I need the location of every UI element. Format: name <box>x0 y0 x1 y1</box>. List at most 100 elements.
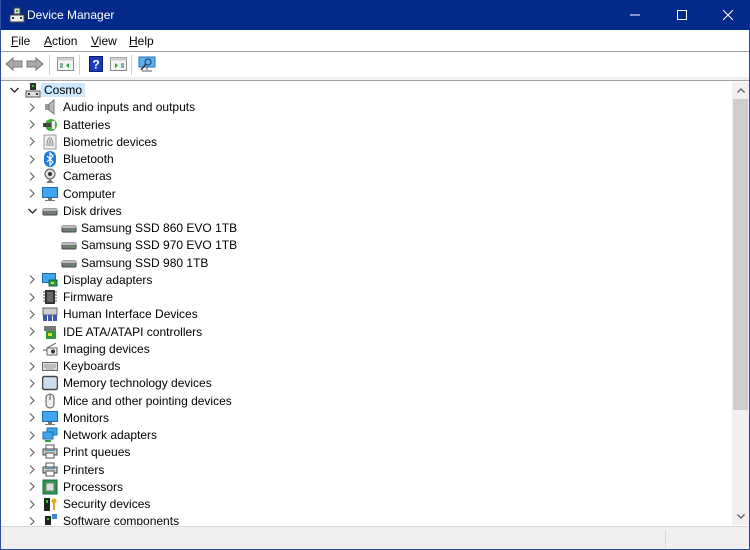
scan-hardware-changes-button[interactable] <box>138 55 156 73</box>
tree-item-label: Security devices <box>63 497 151 511</box>
expand-toggle[interactable] <box>27 309 37 319</box>
expand-toggle[interactable] <box>27 206 37 216</box>
tree-category[interactable]: Keyboards <box>1 358 732 375</box>
tree-item-label: Memory technology devices <box>63 376 212 391</box>
tree-root-node[interactable]: Cosmo <box>1 82 732 99</box>
scroll-down-button[interactable] <box>732 508 749 525</box>
tree-device[interactable]: Samsung SSD 860 EVO 1TB <box>1 220 732 237</box>
tree-item-label: Imaging devices <box>63 341 150 356</box>
tree-item-label: Monitors <box>63 410 110 425</box>
tree-item-label: IDE ATA/ATAPI controllers <box>63 324 203 339</box>
tree-category[interactable]: Processors <box>1 479 732 496</box>
menu-action[interactable]: Action <box>44 34 77 48</box>
back-button[interactable] <box>5 55 23 73</box>
tree-item-label: Network adapters <box>63 428 158 442</box>
help-icon: ? <box>89 56 103 72</box>
memory-card-icon <box>41 376 59 391</box>
tree-category[interactable]: Display adapters <box>1 272 732 289</box>
chevron-right-icon <box>29 292 35 302</box>
chevron-right-icon <box>29 378 35 388</box>
tree-category[interactable]: Bluetooth <box>1 151 732 168</box>
expand-toggle[interactable] <box>27 275 37 285</box>
tree-category[interactable]: Print queues <box>1 444 732 461</box>
expand-toggle[interactable] <box>27 396 37 406</box>
tree-item-label: Samsung SSD 970 EVO 1TB <box>81 238 238 253</box>
chevron-right-icon <box>29 189 35 198</box>
tree-item-label: Samsung SSD 980 1TB <box>81 255 209 270</box>
expand-toggle[interactable] <box>9 85 19 95</box>
tree-device[interactable]: Samsung SSD 980 1TB <box>1 255 732 272</box>
tree-category[interactable]: Biometric devices <box>1 134 732 151</box>
expand-toggle[interactable] <box>27 447 37 457</box>
expand-toggle[interactable] <box>27 137 37 147</box>
menu-file[interactable]: File <box>11 34 30 48</box>
close-button[interactable] <box>705 0 750 30</box>
tree-item-label: Biometric devices <box>63 134 158 149</box>
expand-toggle[interactable] <box>27 102 37 112</box>
device-tree[interactable]: Cosmo Audio inputs and outputs Batteries Bi… <box>1 82 732 525</box>
action-pane-icon <box>109 57 127 71</box>
chevron-right-icon <box>29 361 35 371</box>
monitor-icon <box>42 186 58 201</box>
expand-toggle[interactable] <box>27 361 37 371</box>
minimize-button[interactable] <box>612 0 658 30</box>
maximize-button[interactable] <box>659 0 705 30</box>
expand-toggle[interactable] <box>27 154 37 164</box>
expand-toggle[interactable] <box>27 482 37 492</box>
chevron-right-icon <box>29 327 35 336</box>
show-hide-console-tree-button[interactable] <box>56 55 74 73</box>
expand-toggle[interactable] <box>27 465 37 475</box>
printer-icon <box>42 444 58 459</box>
forward-button[interactable] <box>26 55 44 73</box>
tree-category[interactable]: Software components <box>1 513 732 525</box>
expand-toggle[interactable] <box>27 499 37 509</box>
tree-item-label: Firmware <box>63 290 113 304</box>
chevron-right-icon <box>29 154 35 164</box>
expand-toggle[interactable] <box>27 327 37 337</box>
menu-help[interactable]: Help <box>129 34 154 48</box>
expand-toggle[interactable] <box>27 516 37 525</box>
fingerprint-icon <box>43 134 57 150</box>
menu-view[interactable]: View <box>91 34 117 48</box>
toolbar-separator <box>131 55 132 75</box>
expand-toggle[interactable] <box>27 378 37 388</box>
scanner-icon <box>43 342 58 356</box>
tree-device[interactable]: Samsung SSD 970 EVO 1TB <box>1 237 732 254</box>
tree-category[interactable]: Firmware <box>1 289 732 306</box>
tree-item-label: Batteries <box>63 117 111 132</box>
expand-toggle[interactable] <box>27 171 37 181</box>
show-hide-action-pane-button[interactable] <box>109 55 127 73</box>
tree-category[interactable]: Audio inputs and outputs <box>1 99 732 116</box>
tree-category[interactable]: Batteries <box>1 117 732 134</box>
tree-category[interactable]: Human Interface Devices <box>1 306 732 323</box>
monitor-icon <box>42 410 58 425</box>
tree-category[interactable]: Mice and other pointing devices <box>1 393 732 410</box>
scroll-up-button[interactable] <box>732 82 749 99</box>
tree-category[interactable]: Cameras <box>1 168 732 185</box>
expand-toggle[interactable] <box>27 189 37 199</box>
tree-category[interactable]: Disk drives <box>1 203 732 220</box>
chevron-down-icon <box>736 514 745 519</box>
help-button[interactable]: ? <box>87 55 105 73</box>
tree-item-label: Keyboards <box>63 359 121 373</box>
tree-category[interactable]: Computer <box>1 186 732 203</box>
tree-category[interactable]: Imaging devices <box>1 341 732 358</box>
expand-toggle[interactable] <box>27 413 37 423</box>
tree-category[interactable]: Printers <box>1 462 732 479</box>
tree-category[interactable]: Network adapters <box>1 427 732 444</box>
expand-toggle[interactable] <box>27 344 37 354</box>
vertical-scrollbar[interactable] <box>732 82 749 525</box>
chevron-right-icon <box>29 516 35 525</box>
arrow-right-icon <box>26 57 44 71</box>
tree-category[interactable]: Security devices <box>1 496 732 513</box>
expand-toggle[interactable] <box>27 120 37 130</box>
display-adapter-icon <box>42 272 58 287</box>
tree-category[interactable]: IDE ATA/ATAPI controllers <box>1 324 732 341</box>
scroll-thumb[interactable] <box>733 99 748 410</box>
tree-category[interactable]: Memory technology devices <box>1 375 732 392</box>
tree-category[interactable]: Monitors <box>1 410 732 427</box>
expand-toggle[interactable] <box>27 292 37 302</box>
expand-toggle[interactable] <box>27 430 37 440</box>
security-key-icon <box>44 498 57 511</box>
title-bar[interactable]: Device Manager <box>1 0 750 30</box>
